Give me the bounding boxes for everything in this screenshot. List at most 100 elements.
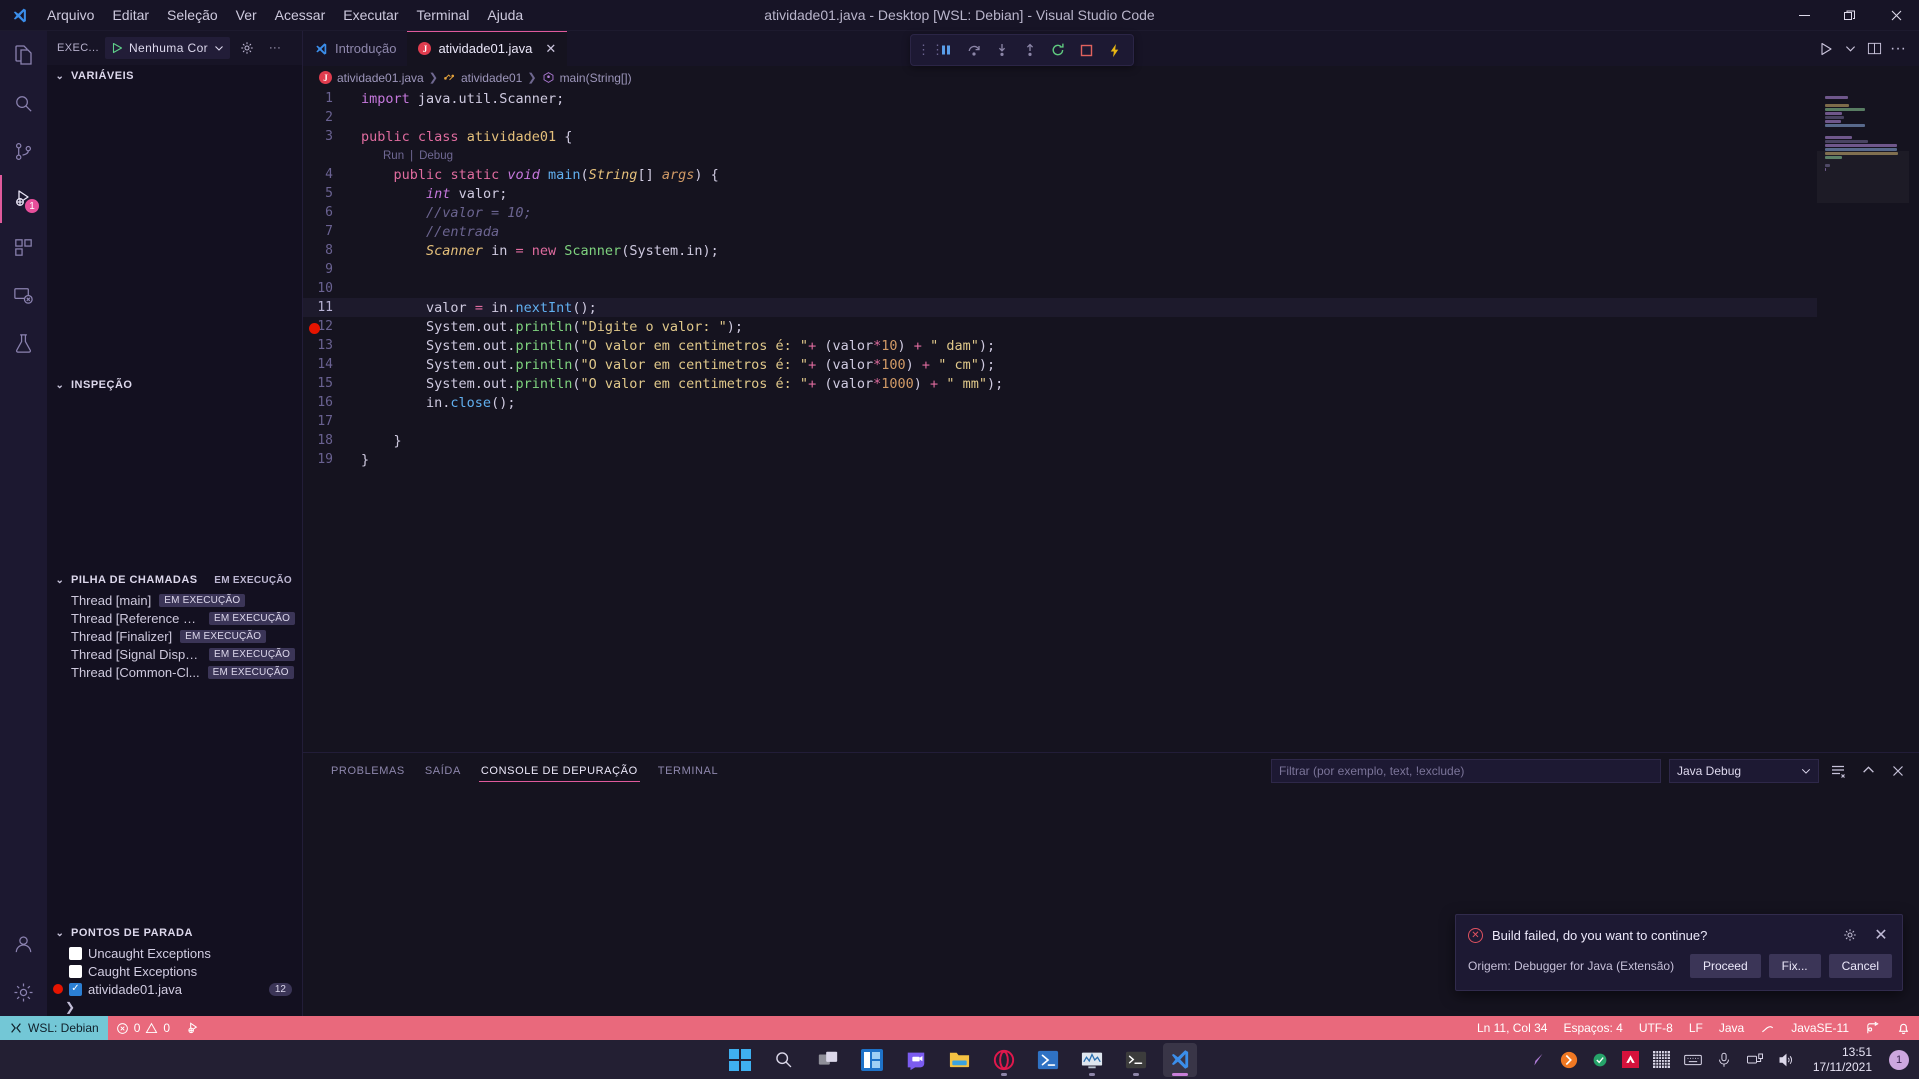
step-into-button[interactable] [989, 37, 1015, 63]
codelens-run[interactable]: Run [355, 150, 407, 162]
minimap[interactable] [1817, 89, 1909, 752]
line-number[interactable]: 11 [303, 300, 355, 315]
line-number[interactable]: 14 [303, 357, 355, 372]
microphone-icon[interactable] [1714, 1050, 1734, 1070]
code-line[interactable]: 13 System.out.println("O valor em centim… [303, 336, 1817, 355]
code-line[interactable]: 15 System.out.println("O valor em centim… [303, 374, 1817, 393]
table-row[interactable]: Thread [Common-Cl... EM EXECUÇÃO [47, 663, 302, 681]
breadcrumb-method[interactable]: main(String[]) [542, 71, 632, 85]
code-line[interactable]: 18 } [303, 431, 1817, 450]
breakpoints-section-header[interactable]: ⌄ PONTOS DE PARADA [47, 922, 302, 944]
menu-ajuda[interactable]: Ajuda [478, 0, 532, 30]
close-button[interactable] [1873, 0, 1919, 31]
keyboard-icon[interactable] [1683, 1050, 1703, 1070]
line-number[interactable]: 17 [303, 414, 355, 429]
maximize-panel-icon[interactable] [1857, 760, 1879, 782]
status-language-mode[interactable]: Java [1711, 1016, 1752, 1040]
code-lines[interactable]: 1 import java.util.Scanner; 2 3 public clas… [303, 89, 1817, 469]
sidebar-more-actions[interactable]: ··· [264, 37, 286, 59]
line-number[interactable]: 7 [303, 224, 355, 239]
volume-icon[interactable] [1776, 1050, 1796, 1070]
code-line[interactable]: 8 Scanner in = new Scanner(System.in); [303, 241, 1817, 260]
breakpoint-checkbox[interactable] [69, 946, 82, 960]
codelens-debug[interactable]: Debug [416, 150, 456, 162]
breakpoint-glyph-icon[interactable] [309, 323, 320, 334]
list-item[interactable]: Uncaught Exceptions [47, 944, 302, 962]
activity-run-and-debug[interactable]: 1 [0, 175, 47, 223]
code-line[interactable]: 14 System.out.println("O valor em centim… [303, 355, 1817, 374]
hot-reload-button[interactable] [1101, 37, 1127, 63]
code-line[interactable]: 19} [303, 450, 1817, 469]
line-number[interactable]: 2 [303, 110, 355, 125]
performance-monitor-icon[interactable] [1075, 1043, 1109, 1077]
minimize-button[interactable] [1781, 0, 1827, 31]
tab-terminal[interactable]: TERMINAL [648, 753, 728, 788]
filter-input[interactable] [1271, 758, 1661, 783]
widgets-icon[interactable] [855, 1043, 889, 1077]
step-out-button[interactable] [1017, 37, 1043, 63]
line-number[interactable]: 15 [303, 376, 355, 391]
grid-icon[interactable] [1652, 1050, 1672, 1070]
menu-editar[interactable]: Editar [103, 0, 158, 30]
watch-section-header[interactable]: ⌄ INSPEÇÃO [47, 374, 302, 396]
table-row[interactable]: Thread [Reference H... EM EXECUÇÃO [47, 609, 302, 627]
maximize-button[interactable] [1827, 0, 1873, 31]
status-encoding[interactable]: UTF-8 [1631, 1016, 1681, 1040]
line-number[interactable]: 6 [303, 205, 355, 220]
notification-gear-icon[interactable] [1839, 924, 1861, 946]
start-icon[interactable] [723, 1043, 757, 1077]
debug-session-select[interactable]: Java Debug [1669, 758, 1819, 783]
code-line[interactable]: 10 [303, 279, 1817, 298]
code-line[interactable]: 2 [303, 108, 1817, 127]
activity-explorer[interactable] [0, 31, 47, 79]
proceed-button[interactable]: Proceed [1689, 954, 1761, 978]
fix-button[interactable]: Fix... [1768, 954, 1821, 978]
code-editor[interactable]: 1 import java.util.Scanner; 2 3 public clas… [303, 89, 1919, 752]
vscode-icon[interactable] [1162, 1042, 1197, 1077]
menu-terminal[interactable]: Terminal [407, 0, 478, 30]
status-cursor-position[interactable]: Ln 11, Col 34 [1469, 1016, 1556, 1040]
menu-acessar[interactable]: Acessar [266, 0, 335, 30]
tab-problemas[interactable]: PROBLEMAS [321, 753, 415, 788]
code-line[interactable]: 3 public class atividade01 { [303, 127, 1817, 146]
tab-console-de-depuracao[interactable]: CONSOLE DE DEPURAÇÃO [471, 753, 648, 788]
code-line[interactable]: 17 [303, 412, 1817, 431]
status-debug-icon[interactable] [178, 1016, 209, 1040]
menu-selecao[interactable]: Seleção [158, 0, 227, 30]
breadcrumb-file[interactable]: J atividade01.java [319, 71, 424, 85]
teams-icon[interactable] [899, 1043, 933, 1077]
code-line[interactable]: 5 int valor; [303, 184, 1817, 203]
tab-saida[interactable]: SAÍDA [415, 753, 471, 788]
line-number[interactable]: 8 [303, 243, 355, 258]
code-content[interactable]: 1 import java.util.Scanner; 2 3 public clas… [303, 89, 1817, 752]
activity-remote-explorer[interactable] [0, 271, 47, 319]
line-number[interactable]: 1 [303, 91, 355, 106]
code-line[interactable]: 1 import java.util.Scanner; [303, 89, 1817, 108]
status-problems[interactable]: 0 0 [108, 1016, 178, 1040]
drag-handle-icon[interactable]: ⋮⋮ [917, 42, 944, 58]
cancel-button[interactable]: Cancel [1828, 954, 1892, 978]
pause-button[interactable] [933, 37, 959, 63]
menu-ver[interactable]: Ver [227, 0, 266, 30]
code-line[interactable]: 12 System.out.println("Digite o valor: "… [303, 317, 1817, 336]
activity-extensions[interactable] [0, 223, 47, 271]
code-line[interactable]: 9 [303, 260, 1817, 279]
start-debug-icon[interactable] [111, 42, 123, 54]
status-notifications-bell-icon[interactable] [1888, 1016, 1919, 1040]
run-dropdown-chevron-down-icon[interactable] [1839, 38, 1861, 60]
line-number[interactable]: 3 [303, 129, 355, 144]
opera-icon[interactable] [987, 1043, 1021, 1077]
terminal-icon[interactable] [1119, 1043, 1153, 1077]
line-number[interactable]: 18 [303, 433, 355, 448]
table-row[interactable]: Thread [Signal Dispa... EM EXECUÇÃO [47, 645, 302, 663]
opera-gx-icon[interactable] [1559, 1050, 1579, 1070]
table-row[interactable]: Thread [main] EM EXECUÇÃO [47, 591, 302, 609]
list-item[interactable]: atividade01.java 12 [47, 980, 302, 998]
activity-accounts[interactable] [0, 920, 47, 968]
notification-count-badge[interactable]: 1 [1889, 1049, 1909, 1070]
tab-introducao[interactable]: Introdução [303, 31, 408, 66]
open-launch-json-gear-icon[interactable] [236, 37, 258, 59]
split-editor-icon[interactable] [1863, 38, 1885, 60]
menu-executar[interactable]: Executar [334, 0, 407, 30]
editor-scrollbar[interactable] [1909, 89, 1919, 752]
